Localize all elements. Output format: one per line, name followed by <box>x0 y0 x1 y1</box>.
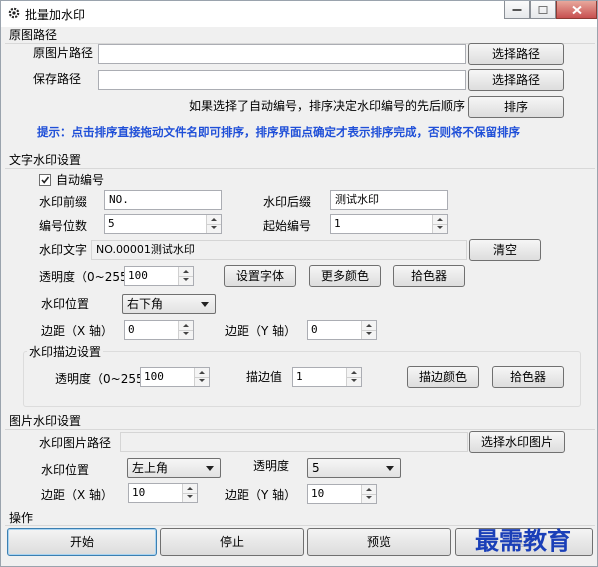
image-path-input[interactable] <box>120 432 468 452</box>
save-browse-button[interactable]: 选择路径 <box>468 69 564 91</box>
maximize-icon <box>538 5 548 14</box>
position-label: 水印位置 <box>41 297 90 311</box>
sort-hint: 提示：点击排序直接拖动文件名即可排序，排序界面点确定才表示排序完成，否则将不保留… <box>37 125 520 139</box>
dropdown-caret-icon <box>201 302 209 307</box>
save-path-label: 保存路径 <box>33 72 82 86</box>
margin-y-spinner[interactable]: 0 <box>307 320 377 340</box>
watermark-text-label: 水印文字 <box>39 243 88 257</box>
margin-x-spinner[interactable]: 0 <box>124 320 194 340</box>
image-section-header: 图片水印设置 <box>9 414 82 428</box>
prefix-input[interactable]: NO. <box>104 190 222 210</box>
image-margin-y-value: 10 <box>311 487 325 500</box>
spin-down-icon[interactable] <box>347 377 361 386</box>
minimize-icon <box>512 8 522 11</box>
image-position-label: 水印位置 <box>41 463 90 477</box>
stroke-opacity-value: 100 <box>144 370 164 383</box>
close-icon <box>571 5 582 14</box>
spin-down-icon[interactable] <box>183 493 197 502</box>
app-window: 批量加水印 原图路径 原图片路径 选择路径 保存路径 选择路径 如果选择了自动编… <box>0 0 598 567</box>
spin-down-icon[interactable] <box>207 224 221 233</box>
app-gear-icon <box>8 7 20 19</box>
title-bar[interactable]: 批量加水印 <box>1 1 597 27</box>
image-margin-y-spinner[interactable]: 10 <box>307 484 377 504</box>
spin-down-icon[interactable] <box>362 494 376 503</box>
source-path-label: 原图片路径 <box>33 46 94 60</box>
stroke-width-spinner[interactable]: 1 <box>292 367 362 387</box>
spin-down-icon[interactable] <box>179 276 193 285</box>
image-position-value: 左上角 <box>132 461 169 475</box>
text-section-header: 文字水印设置 <box>9 153 82 167</box>
window-title: 批量加水印 <box>25 8 86 22</box>
auto-number-label: 自动编号 <box>56 173 105 187</box>
image-position-dropdown[interactable]: 左上角 <box>127 458 221 478</box>
source-path-input[interactable] <box>98 44 466 64</box>
stroke-group-header: 水印描边设置 <box>27 344 104 360</box>
image-path-label: 水印图片路径 <box>39 436 112 450</box>
start-number-spinner[interactable]: 1 <box>330 214 448 234</box>
stroke-color-button[interactable]: 描边颜色 <box>407 366 479 388</box>
source-browse-button[interactable]: 选择路径 <box>468 43 564 65</box>
close-button[interactable] <box>556 1 597 19</box>
image-opacity-value: 5 <box>312 461 320 475</box>
margin-y-label: 边距（Y 轴） <box>225 324 297 338</box>
position-value: 右下角 <box>127 297 164 311</box>
start-number-label: 起始编号 <box>263 219 312 233</box>
image-margin-x-value: 10 <box>132 486 146 499</box>
checkmark-icon <box>41 176 50 184</box>
auto-number-checkbox[interactable] <box>39 174 51 186</box>
maximize-button[interactable] <box>530 1 556 19</box>
image-margin-x-label: 边距（X 轴） <box>41 488 114 502</box>
stroke-width-label: 描边值 <box>246 370 283 384</box>
digits-spinner[interactable]: 5 <box>104 214 222 234</box>
spin-down-icon[interactable] <box>433 224 447 233</box>
source-section-header: 原图路径 <box>9 28 58 42</box>
prefix-label: 水印前缀 <box>39 195 88 209</box>
color-picker-button[interactable]: 拾色器 <box>393 265 465 287</box>
save-path-input[interactable] <box>98 70 466 90</box>
suffix-input[interactable]: 测试水印 <box>330 190 448 210</box>
spin-down-icon[interactable] <box>362 330 376 339</box>
margin-x-label: 边距（X 轴） <box>41 324 114 338</box>
opacity-value: 100 <box>128 269 148 282</box>
spin-down-icon[interactable] <box>179 330 193 339</box>
spin-down-icon[interactable] <box>195 377 209 386</box>
start-number-value: 1 <box>334 217 341 230</box>
image-opacity-label: 透明度 <box>253 459 290 473</box>
start-button[interactable]: 开始 <box>7 528 157 556</box>
opacity-spinner[interactable]: 100 <box>124 266 194 286</box>
sort-button[interactable]: 排序 <box>468 96 564 118</box>
more-colors-button[interactable]: 更多颜色 <box>309 265 381 287</box>
stroke-opacity-spinner[interactable]: 100 <box>140 367 210 387</box>
stop-button[interactable]: 停止 <box>160 528 304 556</box>
actions-section-header: 操作 <box>9 511 34 525</box>
sort-note: 如果选择了自动编号，排序决定水印编号的先后顺序 <box>189 99 466 113</box>
section-divider <box>5 429 595 430</box>
dropdown-caret-icon <box>386 466 394 471</box>
clear-button[interactable]: 清空 <box>469 239 541 261</box>
stroke-width-value: 1 <box>296 370 303 383</box>
digits-label: 编号位数 <box>39 219 88 233</box>
position-dropdown[interactable]: 右下角 <box>122 294 216 314</box>
image-opacity-dropdown[interactable]: 5 <box>307 458 401 478</box>
preview-button[interactable]: 预览 <box>307 528 451 556</box>
watermark-text-input[interactable]: NO.00001测试水印 <box>91 240 467 260</box>
watermark-logo-text: 最需教育 <box>475 526 571 555</box>
stroke-color-picker-button[interactable]: 拾色器 <box>492 366 564 388</box>
minimize-button[interactable] <box>504 1 530 19</box>
section-divider <box>5 168 595 169</box>
image-margin-x-spinner[interactable]: 10 <box>128 483 198 503</box>
digits-value: 5 <box>108 217 115 230</box>
image-margin-y-label: 边距（Y 轴） <box>225 488 297 502</box>
set-font-button[interactable]: 设置字体 <box>224 265 296 287</box>
margin-x-value: 0 <box>128 323 135 336</box>
suffix-label: 水印后缀 <box>263 195 312 209</box>
margin-y-value: 0 <box>311 323 318 336</box>
choose-image-button[interactable]: 选择水印图片 <box>469 431 565 453</box>
dropdown-caret-icon <box>206 466 214 471</box>
